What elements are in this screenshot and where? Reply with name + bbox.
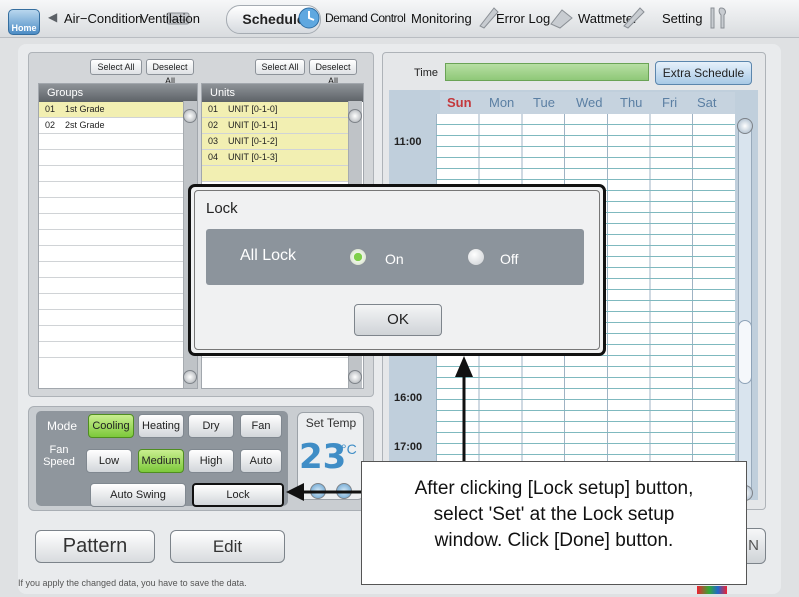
instruction-callout: After clicking [Lock setup] button, sele… (361, 461, 747, 585)
callout-arrow-left-head (286, 483, 304, 501)
callout-line: select 'Set' at the Lock setup (433, 504, 675, 525)
callout-arrow-up-head (455, 356, 473, 377)
callout-line: After clicking [Lock setup] button, (414, 478, 694, 499)
callout-line: window. Click [Done] button. (434, 530, 674, 551)
